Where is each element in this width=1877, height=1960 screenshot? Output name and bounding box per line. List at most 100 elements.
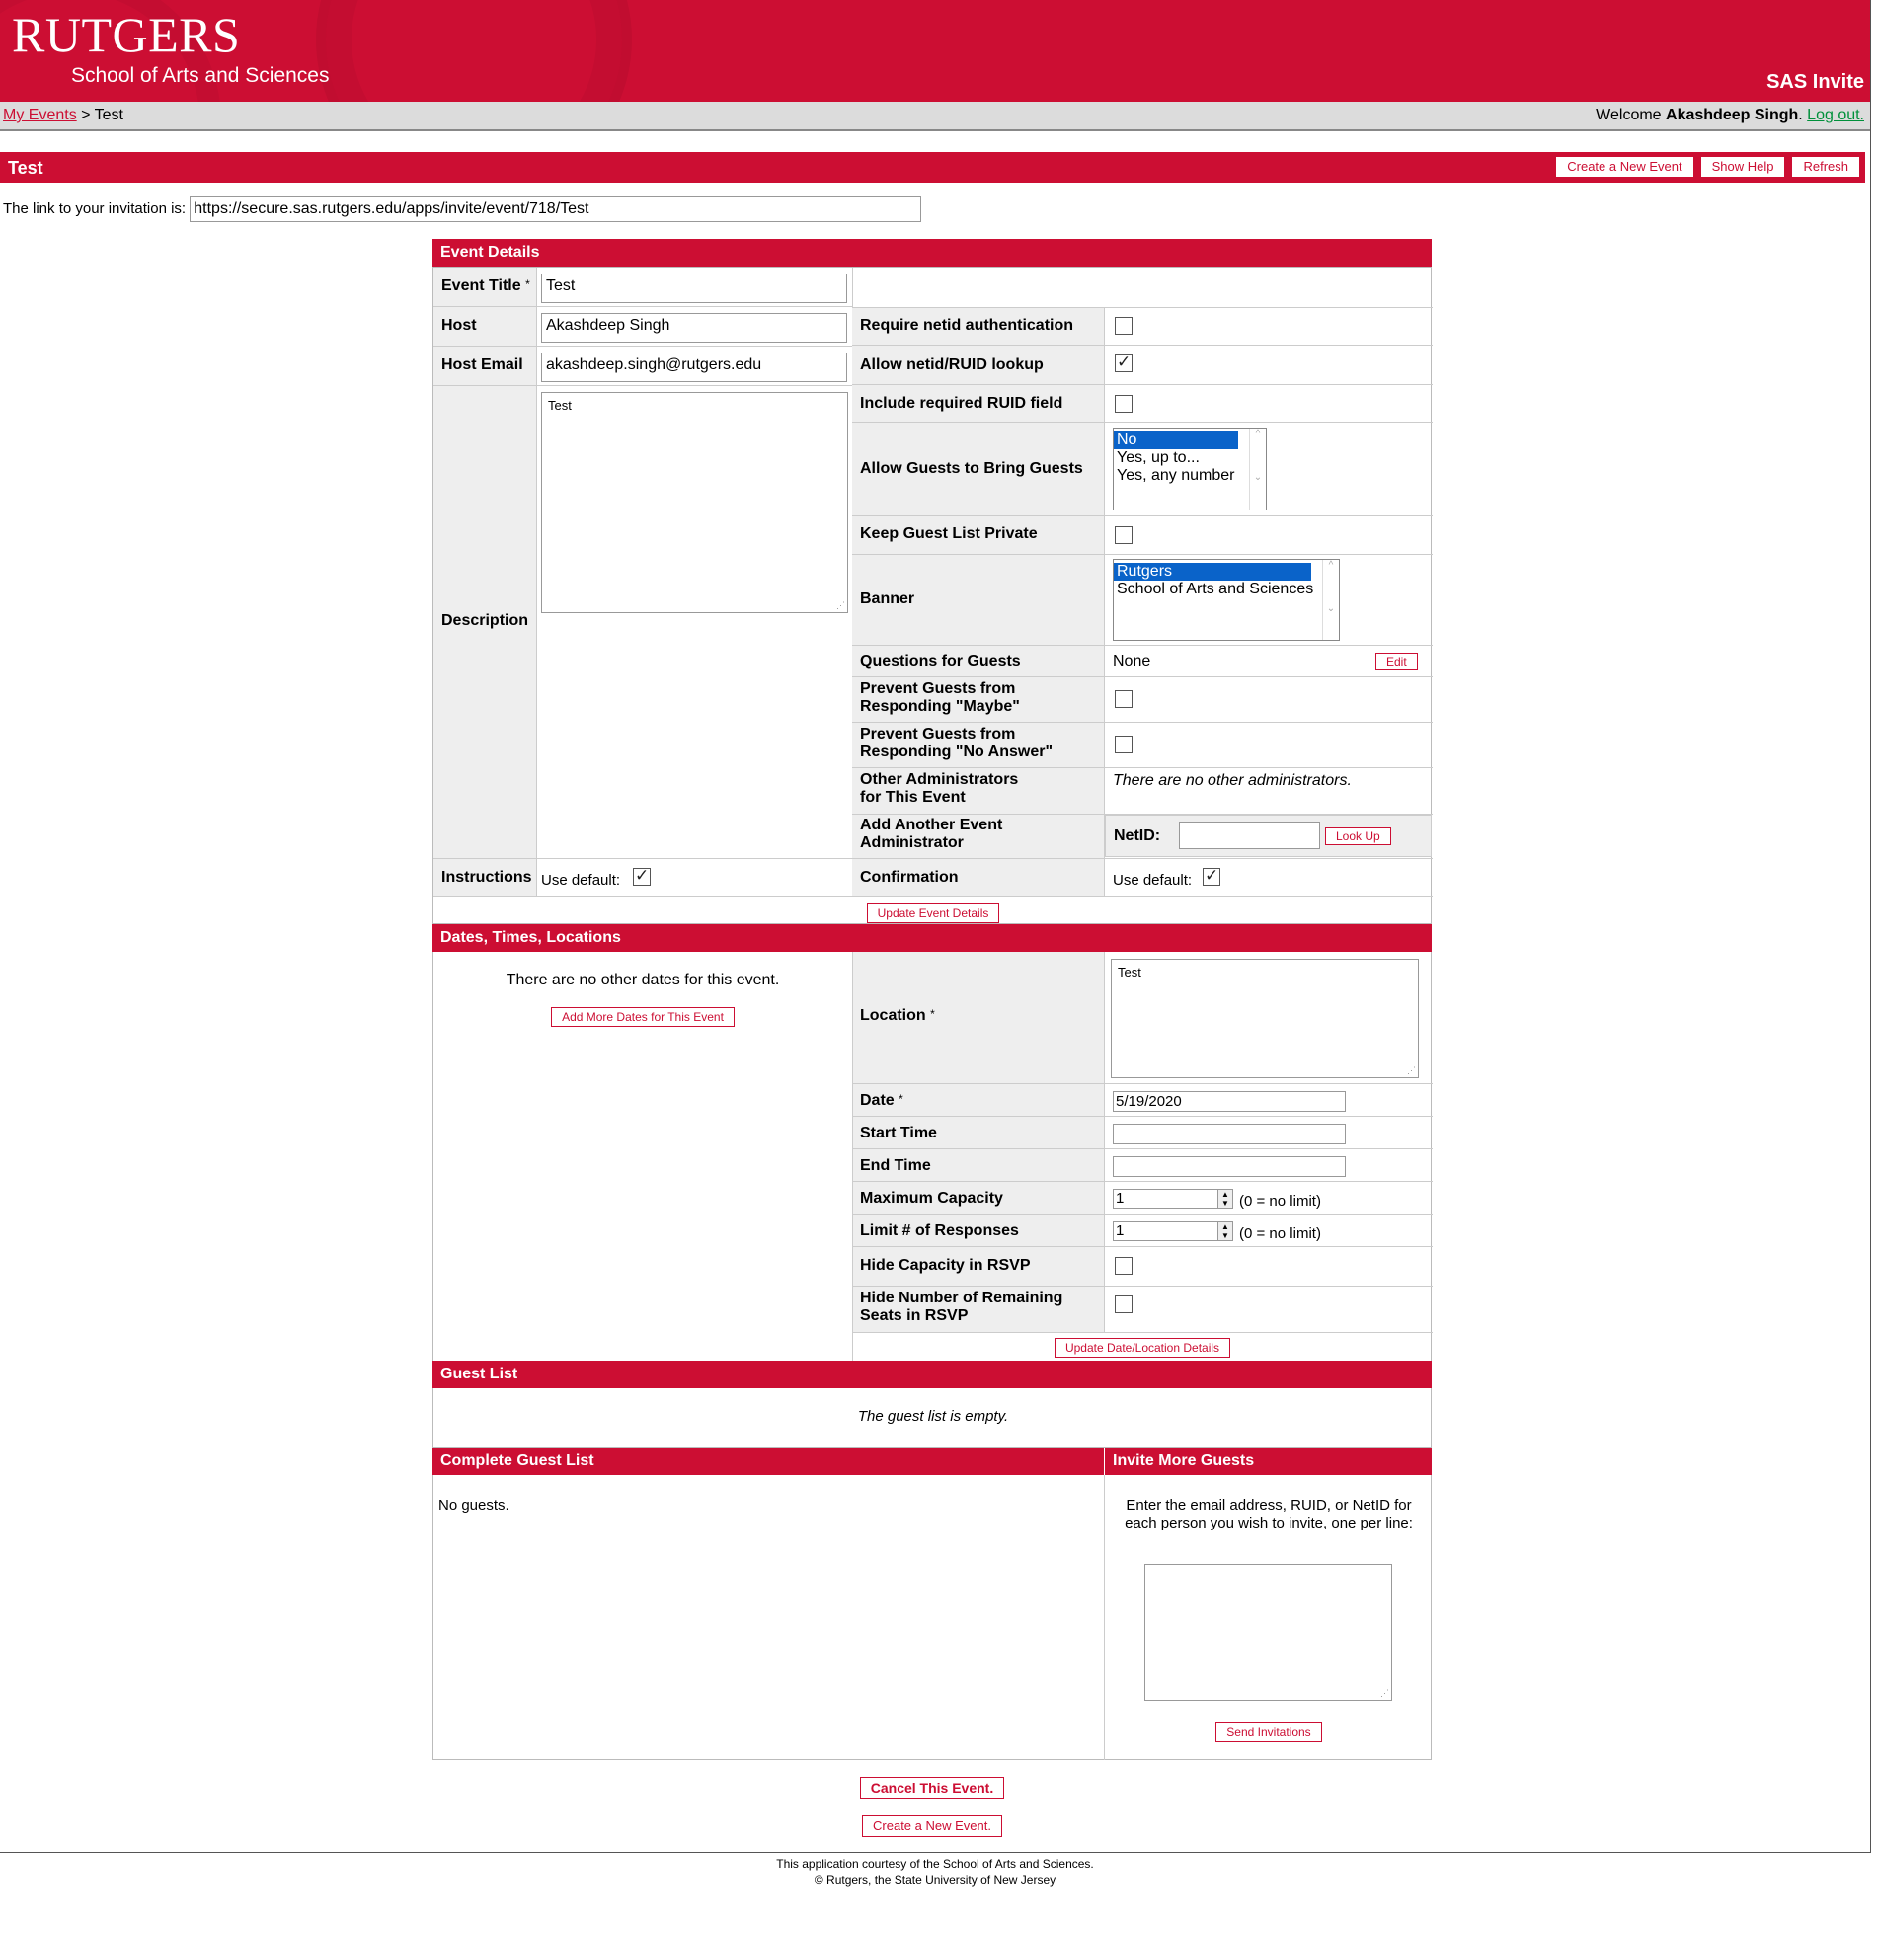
date-label: Date * (860, 1092, 903, 1110)
event-details-panel: Event Title * Test Host Akashdeep Singh … (432, 267, 1433, 924)
max-capacity-input[interactable]: 1 ▲ ▼ (1113, 1189, 1233, 1209)
spinner-arrows-icon[interactable]: ▲ ▼ (1217, 1190, 1232, 1208)
invite-instructions: Enter the email address, RUID, or NetID … (1125, 1497, 1413, 1531)
hide-remaining-checkbox[interactable] (1115, 1295, 1133, 1313)
netid-label: NetID: (1114, 827, 1161, 845)
page-title: Test (8, 158, 43, 178)
questions-value: None (1113, 653, 1151, 669)
no-other-dates-text: There are no other dates for this event. (506, 972, 780, 988)
dates-heading: Dates, Times, Locations (432, 924, 1432, 952)
start-time-input[interactable] (1113, 1124, 1346, 1144)
guest-list-panel: The guest list is empty. (432, 1388, 1432, 1448)
update-date-location-button[interactable]: Update Date/Location Details (1054, 1338, 1231, 1358)
date-input[interactable]: 5/19/2020 (1113, 1091, 1346, 1112)
welcome-text: Welcome (1596, 107, 1662, 123)
instructions-label: Instructions (441, 869, 532, 887)
description-label: Description (441, 612, 529, 630)
invitation-url-field[interactable]: https://secure.sas.rutgers.edu/apps/invi… (190, 196, 922, 222)
include-ruid-label: Include required RUID field (860, 395, 1063, 413)
add-admin-label: Add Another Event Administrator (860, 817, 1038, 852)
page: RUTGERS School of Arts and Sciences SAS … (0, 0, 1871, 1853)
description-textarea[interactable]: Test ⋰ (541, 392, 848, 613)
breadcrumb: My Events > Test Welcome Akashdeep Singh… (0, 102, 1870, 131)
keep-private-checkbox[interactable] (1115, 526, 1133, 544)
prevent-noanswer-label: Prevent Guests from Responding "No Answe… (860, 726, 1057, 761)
my-events-link[interactable]: My Events (3, 107, 77, 123)
hide-capacity-label: Hide Capacity in RSVP (860, 1257, 1031, 1275)
netid-lookup-box: NetID: Look Up (1105, 815, 1432, 857)
site-header: RUTGERS School of Arts and Sciences SAS … (0, 0, 1870, 102)
bring-guests-option[interactable]: Yes, up to... (1114, 449, 1266, 467)
invitation-link-row: The link to your invitation is: https://… (3, 196, 922, 222)
update-event-details-button[interactable]: Update Event Details (866, 903, 1000, 923)
bring-guests-select[interactable]: No Yes, up to... Yes, any number ^ ⌄ (1113, 428, 1267, 510)
limit-responses-input[interactable]: 1 ▲ ▼ (1113, 1221, 1233, 1241)
instructions-default-checkbox[interactable] (633, 866, 651, 886)
logo-subtitle: School of Arts and Sciences (71, 64, 330, 87)
location-textarea[interactable]: Test ⋰ (1111, 959, 1419, 1078)
prevent-noanswer-checkbox[interactable] (1115, 736, 1133, 753)
questions-label: Questions for Guests (860, 653, 1021, 670)
banner-select[interactable]: Rutgers School of Arts and Sciences ^ ⌄ (1113, 559, 1340, 641)
invite-more-heading: Invite More Guests (1104, 1448, 1432, 1475)
bring-guests-option[interactable]: Yes, any number (1114, 467, 1266, 485)
event-details-heading: Event Details (432, 239, 1432, 267)
keep-private-label: Keep Guest List Private (860, 525, 1038, 543)
host-input[interactable]: Akashdeep Singh (541, 313, 847, 343)
invite-guests-textarea[interactable]: ⋰ (1144, 1564, 1392, 1701)
end-time-label: End Time (860, 1157, 931, 1175)
footer-courtesy: This application courtesy of the School … (776, 1857, 1094, 1871)
confirmation-label: Confirmation (860, 869, 959, 887)
allow-lookup-checkbox[interactable] (1115, 353, 1133, 372)
confirmation-use-default-label: Use default: (1113, 872, 1193, 889)
allow-lookup-label: Allow netid/RUID lookup (860, 356, 1044, 374)
confirmation-default-checkbox[interactable] (1203, 866, 1220, 886)
logout-link[interactable]: Log out. (1807, 107, 1864, 123)
event-title-label: Event Title * (441, 277, 530, 295)
instructions-use-default-label: Use default: (541, 872, 621, 889)
bring-guests-option[interactable]: No (1114, 431, 1238, 449)
listbox-scrollbar[interactable]: ^ ⌄ (1322, 560, 1339, 640)
require-netid-label: Require netid authentication (860, 317, 1074, 335)
breadcrumb-separator: > (81, 107, 91, 123)
end-time-input[interactable] (1113, 1156, 1346, 1177)
limit-responses-label: Limit # of Responses (860, 1222, 1019, 1240)
breadcrumb-current: Test (94, 107, 123, 123)
send-invitations-button[interactable]: Send Invitations (1215, 1722, 1322, 1742)
other-admins-label: Other Administrators for This Event (860, 771, 1038, 807)
host-email-label: Host Email (441, 356, 523, 374)
create-new-event-bottom-button[interactable]: Create a New Event. (862, 1815, 1002, 1837)
banner-label: Banner (860, 590, 915, 608)
guest-list-heading: Guest List (432, 1361, 1432, 1388)
edit-questions-button[interactable]: Edit (1375, 653, 1418, 670)
invitation-link-label: The link to your invitation is: (3, 199, 187, 217)
spinner-arrows-icon[interactable]: ▲ ▼ (1217, 1222, 1232, 1240)
page-footer: This application courtesy of the School … (0, 1856, 1870, 1888)
listbox-scrollbar[interactable]: ^ ⌄ (1249, 429, 1266, 510)
start-time-label: Start Time (860, 1125, 937, 1142)
show-help-button[interactable]: Show Help (1699, 156, 1786, 178)
include-ruid-checkbox[interactable] (1115, 395, 1133, 413)
refresh-button[interactable]: Refresh (1791, 156, 1860, 178)
banner-option[interactable]: Rutgers (1114, 563, 1311, 581)
seal-watermark (316, 0, 632, 102)
netid-input[interactable] (1179, 822, 1320, 849)
event-title-input[interactable]: Test (541, 274, 847, 303)
rutgers-logo[interactable]: RUTGERS (12, 6, 240, 63)
require-netid-checkbox[interactable] (1115, 317, 1133, 335)
hide-capacity-checkbox[interactable] (1115, 1257, 1133, 1275)
dates-panel: There are no other dates for this event.… (432, 952, 1433, 1363)
welcome-period: . (1798, 107, 1803, 123)
banner-option[interactable]: School of Arts and Sciences (1114, 581, 1339, 598)
prevent-maybe-checkbox[interactable] (1115, 690, 1133, 708)
cancel-event-button[interactable]: Cancel This Event. (859, 1777, 1005, 1799)
host-email-input[interactable]: akashdeep.singh@rutgers.edu (541, 353, 847, 382)
max-capacity-hint: (0 = no limit) (1239, 1193, 1321, 1210)
host-label: Host (441, 317, 477, 335)
bring-guests-label: Allow Guests to Bring Guests (860, 460, 1083, 478)
lookup-button[interactable]: Look Up (1325, 827, 1391, 845)
footer-copyright: © Rutgers, the State University of New J… (814, 1873, 1056, 1887)
create-new-event-button[interactable]: Create a New Event (1555, 156, 1694, 178)
max-capacity-label: Maximum Capacity (860, 1190, 1003, 1208)
add-more-dates-button[interactable]: Add More Dates for This Event (551, 1007, 735, 1027)
